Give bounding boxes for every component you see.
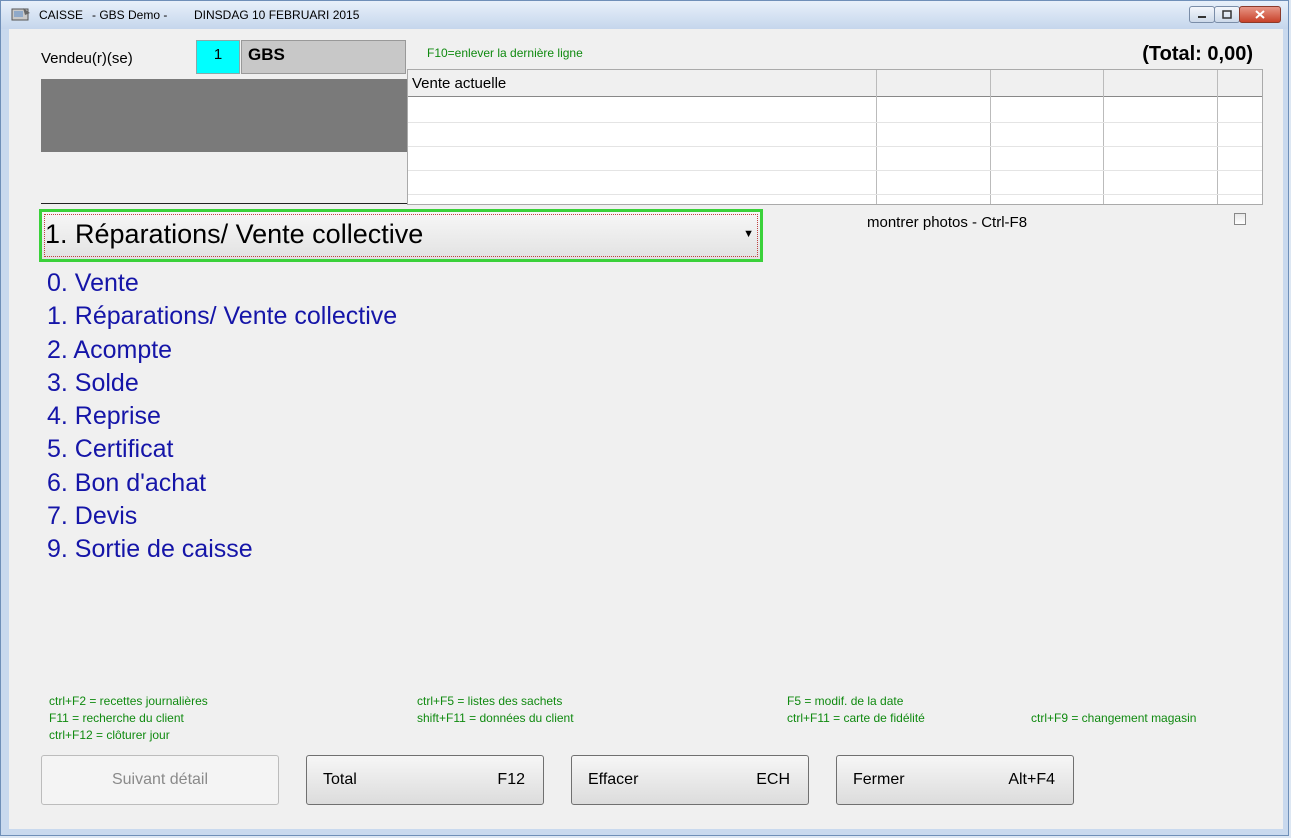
divider bbox=[41, 203, 407, 204]
sale-type-menu: 0. Vente 1. Réparations/ Vente collective… bbox=[47, 267, 397, 567]
menu-item[interactable]: 1. Réparations/ Vente collective bbox=[47, 300, 397, 333]
clear-button-label: Effacer bbox=[588, 771, 639, 788]
menu-item[interactable]: 5. Certificat bbox=[47, 433, 397, 466]
next-detail-button[interactable]: Suivant détail bbox=[41, 755, 279, 805]
grid-row-line bbox=[408, 194, 1262, 195]
seller-info-panel bbox=[41, 79, 407, 152]
caisse-window: CAISSE - GBS Demo - DINSDAG 10 FEBRUARI … bbox=[0, 0, 1289, 836]
shortcut-change-store: ctrl+F9 = changement magasin bbox=[1031, 711, 1197, 725]
total-button-key: F12 bbox=[497, 771, 525, 788]
window-title-date: DINSDAG 10 FEBRUARI 2015 bbox=[194, 8, 360, 22]
grid-row-line bbox=[408, 170, 1262, 171]
minimize-button[interactable] bbox=[1189, 6, 1215, 23]
total-display: (Total: 0,00) bbox=[1142, 43, 1253, 65]
seller-label: Vendeu(r)(se) bbox=[41, 50, 133, 67]
seller-number-field[interactable]: 1 bbox=[196, 40, 240, 74]
close-window-button[interactable] bbox=[1239, 6, 1281, 23]
main-panel: Vendeu(r)(se) 1 GBS F10=enlever la derni… bbox=[9, 29, 1283, 829]
grid-column-separator bbox=[876, 70, 877, 204]
maximize-button[interactable] bbox=[1214, 6, 1240, 23]
close-button-key: Alt+F4 bbox=[1008, 771, 1055, 788]
shortcut-loyalty-card: ctrl+F11 = carte de fidélité bbox=[787, 711, 925, 725]
category-dropdown[interactable]: 1. Réparations/ Vente collective ▼ bbox=[39, 209, 763, 262]
window-title-company: - GBS Demo - bbox=[92, 8, 168, 22]
clear-button[interactable]: Effacer ECH bbox=[571, 755, 809, 805]
clear-button-key: ECH bbox=[756, 771, 790, 788]
menu-item[interactable]: 7. Devis bbox=[47, 500, 397, 533]
menu-item[interactable]: 2. Acompte bbox=[47, 334, 397, 367]
show-photos-label: montrer photos - Ctrl-F8 bbox=[867, 214, 1028, 231]
grid-column-separator bbox=[1103, 70, 1104, 204]
app-icon bbox=[11, 8, 30, 21]
menu-item[interactable]: 4. Reprise bbox=[47, 400, 397, 433]
grid-column-separator bbox=[990, 70, 991, 204]
shortcut-daily-receipts: ctrl+F2 = recettes journalières bbox=[49, 694, 208, 708]
hint-remove-last-line: F10=enlever la dernière ligne bbox=[427, 46, 583, 60]
menu-item[interactable]: 6. Bon d'achat bbox=[47, 467, 397, 500]
close-button-label: Fermer bbox=[853, 771, 905, 788]
shortcut-client-data: shift+F11 = données du client bbox=[417, 711, 574, 725]
seller-name-field: GBS bbox=[241, 40, 406, 74]
close-icon bbox=[1255, 10, 1265, 19]
dropdown-selected-value: 1. Réparations/ Vente collective bbox=[45, 219, 424, 249]
minimize-icon bbox=[1198, 16, 1206, 18]
menu-item[interactable]: 0. Vente bbox=[47, 267, 397, 300]
window-title-app: CAISSE bbox=[39, 8, 84, 22]
shortcut-close-day: ctrl+F12 = clôturer jour bbox=[49, 728, 170, 742]
maximize-icon bbox=[1222, 10, 1232, 19]
grid-row-line bbox=[408, 122, 1262, 123]
grid-header: Vente actuelle bbox=[408, 70, 1262, 97]
grid-header-label: Vente actuelle bbox=[412, 75, 507, 92]
current-sale-grid[interactable]: Vente actuelle bbox=[407, 69, 1263, 205]
close-button[interactable]: Fermer Alt+F4 bbox=[836, 755, 1074, 805]
shortcut-bag-lists: ctrl+F5 = listes des sachets bbox=[417, 694, 563, 708]
show-photos-checkbox[interactable] bbox=[1234, 213, 1246, 225]
grid-row-line bbox=[408, 146, 1262, 147]
menu-item[interactable]: 3. Solde bbox=[47, 367, 397, 400]
menu-item[interactable]: 9. Sortie de caisse bbox=[47, 533, 397, 566]
shortcut-change-date: F5 = modif. de la date bbox=[787, 694, 904, 708]
chevron-down-icon: ▼ bbox=[743, 228, 754, 240]
next-detail-label: Suivant détail bbox=[111, 771, 209, 788]
grid-column-separator bbox=[1217, 70, 1218, 204]
title-bar: CAISSE - GBS Demo - DINSDAG 10 FEBRUARI … bbox=[1, 1, 1288, 29]
total-button[interactable]: Total F12 bbox=[306, 755, 544, 805]
total-button-label: Total bbox=[323, 771, 357, 788]
shortcut-search-client: F11 = recherche du client bbox=[49, 711, 184, 725]
